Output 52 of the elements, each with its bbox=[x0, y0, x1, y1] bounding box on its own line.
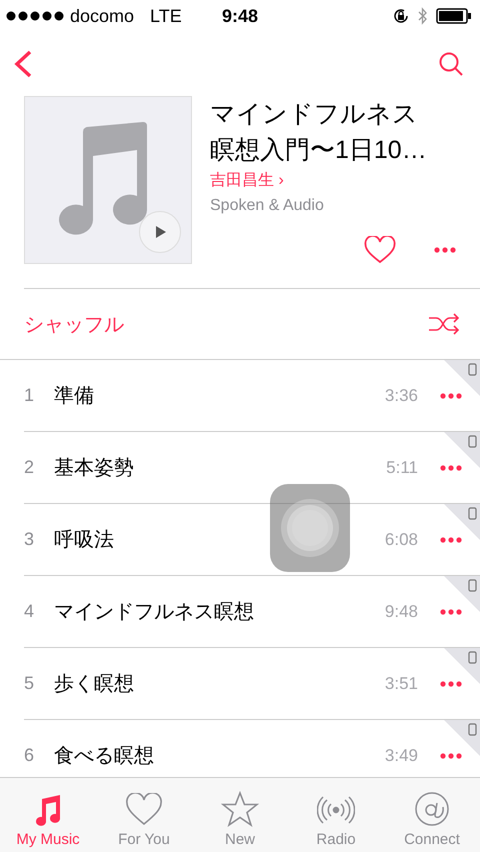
track-number: 6 bbox=[24, 745, 36, 766]
track-number: 2 bbox=[24, 457, 36, 478]
network-type: LTE bbox=[150, 6, 182, 26]
shuffle-label[interactable]: シャッフル bbox=[24, 310, 124, 338]
more-icon[interactable] bbox=[440, 752, 462, 758]
track-duration: 9:48 bbox=[384, 602, 418, 622]
tab-item[interactable]: New bbox=[192, 778, 288, 852]
bluetooth-icon bbox=[418, 7, 428, 25]
track-duration: 5:11 bbox=[386, 458, 418, 478]
track-number: 5 bbox=[24, 673, 36, 694]
more-icon[interactable] bbox=[440, 608, 462, 614]
more-icon[interactable] bbox=[440, 392, 462, 398]
album-title: マインドフルネス bbox=[210, 99, 419, 130]
track-duration: 3:49 bbox=[384, 746, 418, 766]
search-button[interactable] bbox=[438, 51, 464, 77]
track-duration: 3:36 bbox=[384, 386, 418, 406]
track-number: 4 bbox=[24, 601, 36, 622]
love-button[interactable] bbox=[364, 236, 396, 264]
genre-label: Spoken & Audio bbox=[210, 197, 325, 215]
more-icon[interactable] bbox=[440, 680, 462, 686]
heart-icon bbox=[125, 793, 163, 827]
artist-link[interactable]: 吉田昌生 › bbox=[210, 170, 284, 191]
assistive-touch-button[interactable] bbox=[270, 484, 350, 572]
star-icon bbox=[221, 791, 259, 827]
track-title[interactable]: 呼吸法 bbox=[54, 526, 385, 553]
more-icon[interactable] bbox=[440, 536, 462, 542]
play-button[interactable] bbox=[139, 211, 181, 253]
more-button[interactable] bbox=[434, 247, 456, 253]
track-duration: 3:51 bbox=[384, 674, 418, 694]
more-icon[interactable] bbox=[440, 464, 462, 470]
carrier-name: docomo bbox=[70, 6, 134, 26]
clock: 9:48 bbox=[222, 6, 258, 26]
track-title[interactable]: 食べる瞑想 bbox=[54, 742, 385, 769]
track-title[interactable]: 歩く瞑想 bbox=[54, 670, 385, 697]
back-button[interactable] bbox=[12, 49, 34, 79]
at-sign-icon bbox=[414, 791, 450, 827]
track-number: 3 bbox=[24, 529, 36, 550]
track-title[interactable]: 基本姿勢 bbox=[54, 454, 386, 481]
tab-item[interactable]: My Music bbox=[0, 778, 96, 852]
track-title[interactable]: 準備 bbox=[54, 382, 385, 409]
tab-item[interactable]: Radio bbox=[288, 778, 384, 852]
play-icon bbox=[153, 225, 167, 239]
signal-icon bbox=[6, 11, 64, 21]
tab-item[interactable]: Connect bbox=[384, 778, 480, 852]
tab-item[interactable]: For You bbox=[96, 778, 192, 852]
shuffle-icon[interactable] bbox=[428, 313, 460, 335]
battery-icon bbox=[436, 8, 472, 24]
album-title: 瞑想入門〜1日10… bbox=[210, 135, 428, 166]
track-duration: 6:08 bbox=[384, 530, 418, 550]
track-number: 1 bbox=[24, 385, 36, 406]
rotation-lock-icon bbox=[392, 7, 410, 25]
track-title[interactable]: マインドフルネス瞑想 bbox=[54, 598, 385, 625]
